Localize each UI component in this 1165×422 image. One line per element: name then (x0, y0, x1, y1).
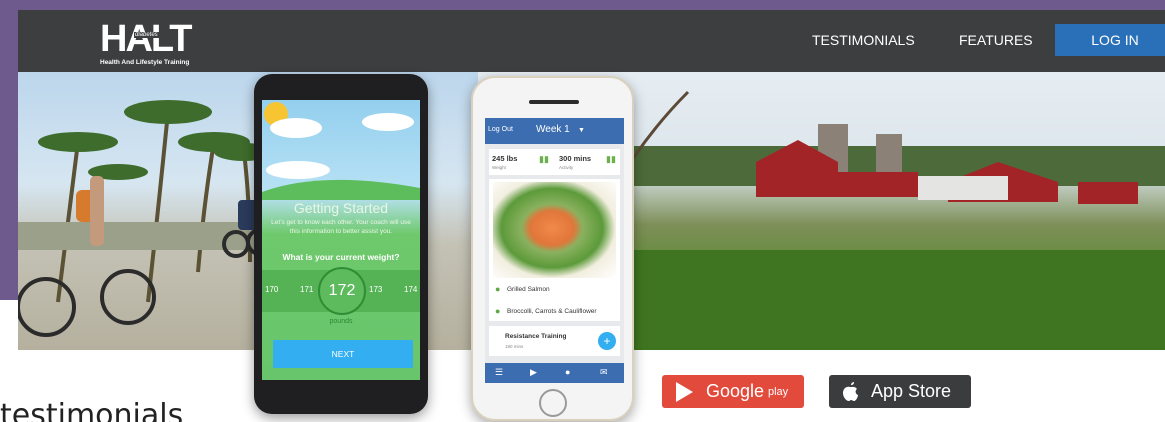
play-store-icon (676, 382, 693, 402)
chart-icon: ▮▮ (539, 154, 549, 164)
leaf-icon: ● (495, 284, 501, 294)
list-icon[interactable]: ☰ (495, 367, 503, 378)
logo[interactable]: HALT diabetes Health And Lifestyle Train… (100, 18, 192, 66)
next-button[interactable]: NEXT (273, 340, 413, 368)
stat-weight-label: Weight (492, 165, 506, 170)
nav-link-features[interactable]: FEATURES (959, 32, 1033, 48)
stat-weight-value: 245 lbs (492, 154, 518, 163)
google-play-label: Google (706, 381, 765, 401)
iphone-screen: Log Out Week 1 ▼ 245 lbs Weight ▮▮ 300 m… (485, 118, 624, 383)
speaker-grille (529, 100, 579, 104)
meal-item: Broccolli, Carrots & Cauliflower (507, 308, 597, 315)
meal-photo (493, 182, 616, 278)
google-play-suffix: play (768, 386, 789, 398)
profile-icon[interactable]: ● (565, 367, 570, 377)
getting-started-subtitle: Let's get to know each other. Your coach… (271, 219, 411, 235)
weight-unit: pounds (329, 318, 353, 325)
weight-option[interactable]: 173 (369, 285, 382, 294)
getting-started-title: Getting Started (293, 200, 389, 216)
google-play-badge[interactable]: Google play (662, 375, 804, 408)
weight-question: What is your current weight? (282, 252, 400, 262)
tab-bar: ☰ ▶ ● ✉ (485, 363, 624, 383)
add-button[interactable]: + (598, 332, 616, 350)
app-header: Log Out Week 1 ▼ (485, 118, 624, 144)
weight-option[interactable]: 171 (300, 285, 313, 294)
activity-detail: 180 mins (505, 344, 524, 349)
chart-icon: ▮▮ (606, 154, 616, 164)
stat-activity-value: 300 mins (559, 154, 592, 163)
stat-activity-label: Activity (559, 165, 574, 170)
week-selector[interactable]: Week 1 (536, 124, 570, 135)
weight-selected[interactable]: 172 (318, 267, 366, 315)
play-icon[interactable]: ▶ (530, 367, 537, 378)
iphone-mockup: Log Out Week 1 ▼ 245 lbs Weight ▮▮ 300 m… (471, 76, 634, 421)
home-button[interactable] (539, 389, 567, 417)
logo-tagline: Health And Lifestyle Training (100, 59, 190, 66)
navbar: HALT diabetes Health And Lifestyle Train… (18, 10, 1165, 72)
sun-icon (262, 102, 420, 200)
activity-title: Resistance Training (505, 333, 567, 340)
android-screen: Getting Started Let's get to know each o… (262, 100, 420, 380)
login-button[interactable]: LOG IN (1055, 24, 1165, 56)
app-store-badge[interactable]: App Store (829, 375, 971, 408)
logo-diabetes-label: diabetes (134, 32, 159, 38)
section-heading: testimonials (0, 398, 184, 422)
chevron-down-icon[interactable]: ▼ (578, 127, 585, 134)
weight-option[interactable]: 174 (404, 285, 417, 294)
leaf-icon: ● (495, 306, 501, 316)
nav-link-testimonials[interactable]: TESTIMONIALS (812, 32, 915, 48)
mail-icon[interactable]: ✉ (600, 367, 608, 378)
android-phone-mockup: Getting Started Let's get to know each o… (254, 74, 428, 414)
stats-card: 245 lbs Weight ▮▮ 300 mins Activity ▮▮ (489, 149, 620, 175)
apple-icon (843, 382, 858, 401)
logo-wordmark: HALT (100, 18, 192, 60)
app-store-label: App Store (871, 381, 952, 401)
logout-link[interactable]: Log Out (488, 126, 513, 133)
meal-item: Grilled Salmon (507, 286, 550, 293)
weight-option[interactable]: 170 (265, 285, 278, 294)
